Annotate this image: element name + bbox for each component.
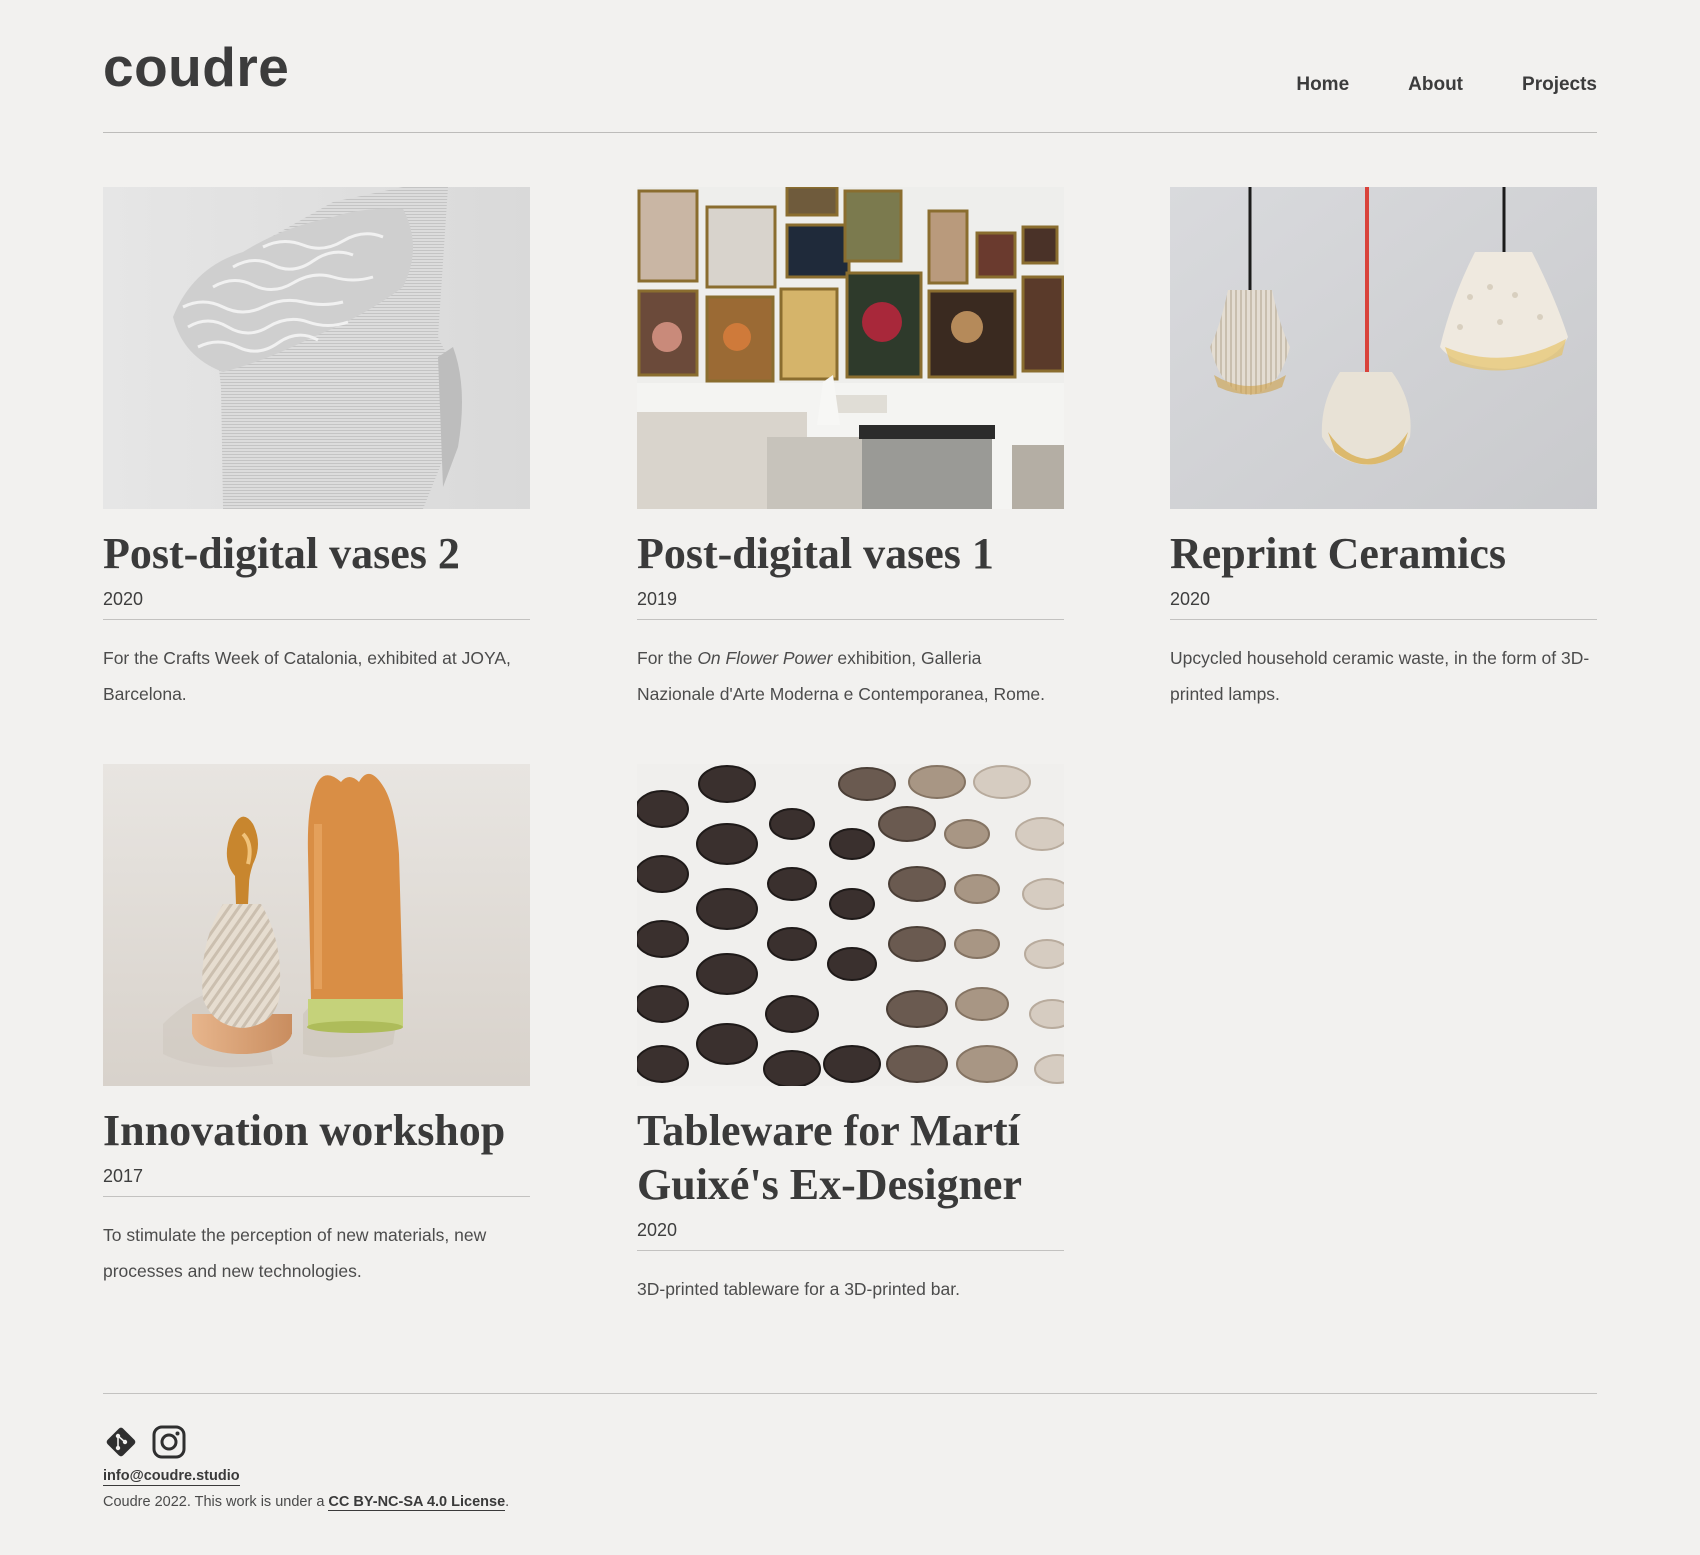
project-description: 3D-printed tableware for a 3D-printed ba… (637, 1279, 960, 1299)
project-image[interactable] (1170, 187, 1597, 509)
contact-email[interactable]: info@coudre.studio (103, 1468, 240, 1486)
project-year: 2017 (103, 1166, 530, 1197)
project-title[interactable]: Innovation workshop (103, 1104, 530, 1158)
project-year: 2020 (103, 589, 530, 620)
exhibition-name: On Flower Power (697, 648, 833, 668)
project-description: For the Crafts Week of Catalonia, exhibi… (103, 648, 511, 704)
project-card[interactable]: Tableware for Martí Guixé's Ex-Designer … (637, 764, 1064, 1307)
nav-projects[interactable]: Projects (1522, 74, 1597, 96)
project-card[interactable]: Post-digital vases 1 2019 For the On Flo… (637, 187, 1064, 712)
site-footer: info@coudre.studio Coudre 2022. This wor… (103, 1393, 1597, 1511)
project-image[interactable] (637, 187, 1064, 509)
project-image[interactable] (103, 187, 530, 509)
project-year: 2020 (637, 1220, 1064, 1251)
project-year: 2020 (1170, 589, 1597, 620)
project-image[interactable] (103, 764, 530, 1086)
license-link[interactable]: CC BY-NC-SA 4.0 License (328, 1494, 506, 1511)
project-description: Upcycled household ceramic waste, in the… (1170, 648, 1590, 704)
project-card[interactable]: Reprint Ceramics 2020 Upcycled household… (1170, 187, 1597, 712)
project-year: 2019 (637, 589, 1064, 620)
social-icons (103, 1424, 1597, 1460)
project-description: To stimulate the perception of new mater… (103, 1225, 487, 1281)
site-header: coudre Home About Projects (103, 0, 1597, 133)
git-icon[interactable] (103, 1424, 139, 1460)
project-description: For the On Flower Power exhibition, Gall… (637, 648, 1046, 704)
main-nav: Home About Projects (1296, 74, 1597, 96)
project-title[interactable]: Reprint Ceramics (1170, 527, 1597, 581)
site-logo[interactable]: coudre (103, 40, 289, 95)
project-image[interactable] (637, 764, 1064, 1086)
license-text: Coudre 2022. This work is under a CC BY-… (103, 1494, 510, 1511)
projects-grid: Post-digital vases 2 2020 For the Crafts… (103, 133, 1597, 1393)
nav-home[interactable]: Home (1296, 74, 1349, 96)
project-title[interactable]: Tableware for Martí Guixé's Ex-Designer (637, 1104, 1064, 1212)
nav-about[interactable]: About (1408, 74, 1463, 96)
project-card[interactable]: Post-digital vases 2 2020 For the Crafts… (103, 187, 530, 712)
project-title[interactable]: Post-digital vases 1 (637, 527, 1064, 581)
project-title[interactable]: Post-digital vases 2 (103, 527, 530, 581)
project-card[interactable]: Innovation workshop 2017 To stimulate th… (103, 764, 530, 1289)
instagram-icon[interactable] (151, 1424, 187, 1460)
